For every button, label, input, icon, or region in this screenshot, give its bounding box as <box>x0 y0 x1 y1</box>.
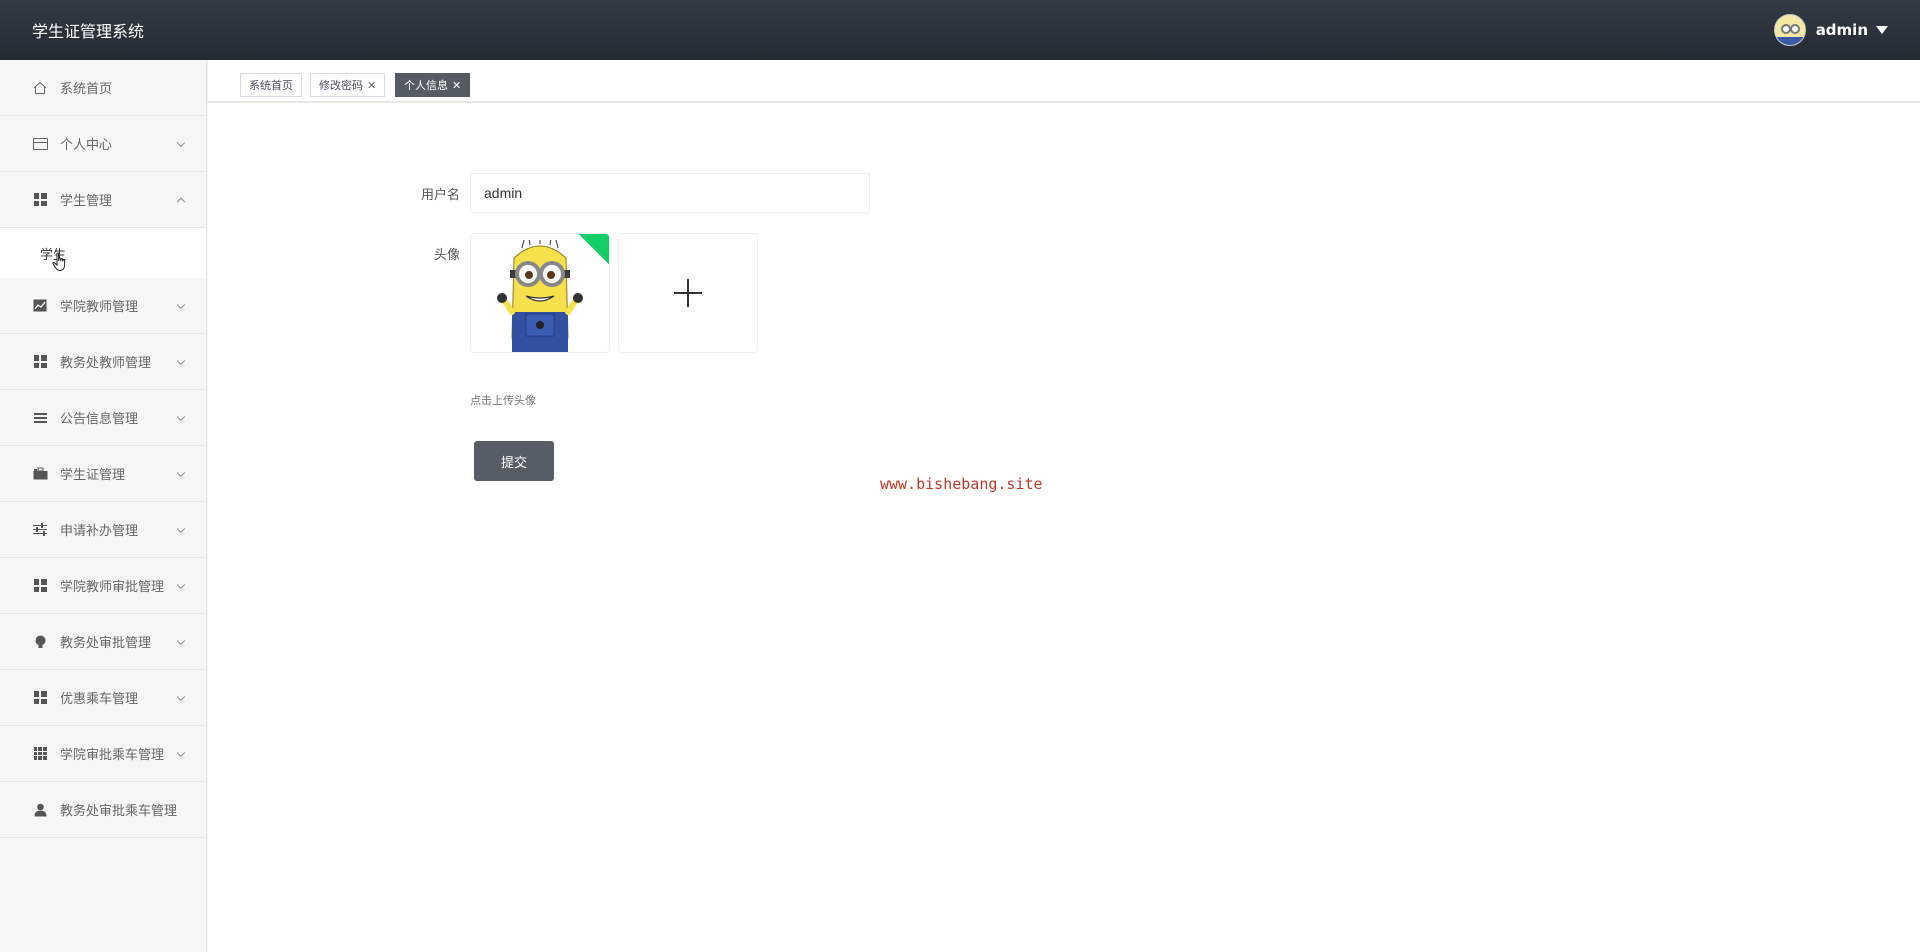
sidebar-item-college-approval[interactable]: 学院教师审批管理 <box>0 558 206 614</box>
close-icon[interactable]: ✕ <box>367 79 376 92</box>
avatar-label: 头像 <box>433 248 460 263</box>
chevron-down-icon <box>176 524 186 533</box>
sidebar-item-personal-center[interactable]: 个人中心 <box>0 116 206 172</box>
sidebar-item-discount-ride[interactable]: 优惠乘车管理 <box>0 670 206 726</box>
sidebar-item-label: 学院审批乘车管理 <box>60 748 165 763</box>
chevron-down-icon <box>176 692 186 701</box>
card-icon <box>32 136 48 152</box>
close-icon[interactable]: ✕ <box>452 79 461 92</box>
avatar-preview[interactable] <box>470 233 610 353</box>
sidebar-item-label: 申请补办管理 <box>60 524 139 539</box>
sidebar-item-label: 学院教师管理 <box>60 300 139 315</box>
tab-change-password[interactable]: 修改密码 ✕ <box>310 73 386 97</box>
avatar-goggle-right <box>1789 24 1800 34</box>
sidebar-item-label: 学生管理 <box>60 194 113 209</box>
tab-label: 修改密码 <box>319 79 363 92</box>
username-label[interactable]: admin <box>1816 21 1868 39</box>
tab-label: 个人信息 <box>404 79 448 92</box>
chevron-down-icon <box>176 748 186 757</box>
sidebar-item-academic-ride-approval[interactable]: 教务处审批乘车管理 <box>0 782 206 838</box>
sidebar-item-home[interactable]: 系统首页 <box>0 60 206 116</box>
grid-icon <box>32 192 48 208</box>
sidebar: 系统首页 个人中心 学生管理 学生 学院教师管理 教务处教师管理 公告信息管理 <box>0 60 207 952</box>
tab-home[interactable]: 系统首页 <box>240 73 302 97</box>
sidebar-item-student-card[interactable]: 学生证管理 <box>0 446 206 502</box>
sidebar-item-label: 公告信息管理 <box>60 412 139 427</box>
main-content: 用户名 头像 点击上传头像 提交 www.bishebang.site <box>208 103 1920 952</box>
user-avatar[interactable] <box>1773 14 1806 46</box>
user-icon <box>32 802 48 818</box>
chevron-down-icon <box>176 300 186 309</box>
list-icon <box>32 410 48 426</box>
sidebar-item-reissue[interactable]: 申请补办管理 <box>0 502 206 558</box>
chevron-down-icon <box>176 468 186 477</box>
sidebar-item-student-management[interactable]: 学生管理 <box>0 172 206 228</box>
chevron-up-icon <box>176 197 186 206</box>
sliders-icon <box>32 522 48 538</box>
chevron-down-icon <box>176 356 186 365</box>
chevron-down-icon <box>176 636 186 645</box>
home-icon <box>32 80 48 96</box>
sidebar-item-label: 教务处审批管理 <box>60 636 152 651</box>
sidebar-item-label: 系统首页 <box>60 82 113 97</box>
watermark-text: www.bishebang.site <box>880 475 1043 493</box>
minion-avatar-image <box>497 240 583 352</box>
upload-avatar-button[interactable] <box>618 233 758 353</box>
sidebar-item-label: 学院教师审批管理 <box>60 580 165 595</box>
sidebar-item-label: 教务处审批乘车管理 <box>60 804 178 819</box>
upload-tip: 点击上传头像 <box>470 394 536 407</box>
sidebar-item-label: 优惠乘车管理 <box>60 692 139 707</box>
grid-icon <box>32 354 48 370</box>
sidebar-item-college-teacher[interactable]: 学院教师管理 <box>0 278 206 334</box>
chart-icon <box>32 298 48 314</box>
sidebar-subitem-student[interactable]: 学生 <box>0 228 206 278</box>
user-menu[interactable]: admin <box>1773 14 1888 46</box>
submit-button[interactable]: 提交 <box>474 441 554 481</box>
sidebar-item-label: 学生证管理 <box>60 468 126 483</box>
username-label: 用户名 <box>420 188 460 203</box>
chevron-down-icon <box>176 412 186 421</box>
sidebar-item-academic-approval[interactable]: 教务处审批管理 <box>0 614 206 670</box>
grid-icon <box>32 690 48 706</box>
avatar-overalls <box>1774 37 1805 45</box>
sidebar-item-label: 个人中心 <box>60 138 113 153</box>
sidebar-item-label: 教务处教师管理 <box>60 356 152 371</box>
plus-icon <box>674 279 702 307</box>
caret-down-icon[interactable] <box>1876 26 1888 34</box>
bulb-icon <box>32 634 48 650</box>
tab-label: 系统首页 <box>249 79 293 92</box>
apps-icon <box>32 746 48 762</box>
grid-icon <box>32 578 48 594</box>
top-header: 学生证管理系统 admin <box>0 0 1920 60</box>
app-title: 学生证管理系统 <box>32 22 145 41</box>
username-input[interactable] <box>470 173 870 213</box>
briefcase-icon <box>32 466 48 482</box>
chevron-down-icon <box>176 580 186 589</box>
tabs-bar: 系统首页 修改密码 ✕ 个人信息 ✕ <box>208 60 1920 102</box>
sidebar-item-academic-teacher[interactable]: 教务处教师管理 <box>0 334 206 390</box>
sidebar-item-college-ride-approval[interactable]: 学院审批乘车管理 <box>0 726 206 782</box>
chevron-down-icon <box>176 138 186 147</box>
tab-personal-info[interactable]: 个人信息 ✕ <box>395 73 471 97</box>
pointer-hand-icon <box>52 252 68 277</box>
sidebar-item-announcement[interactable]: 公告信息管理 <box>0 390 206 446</box>
